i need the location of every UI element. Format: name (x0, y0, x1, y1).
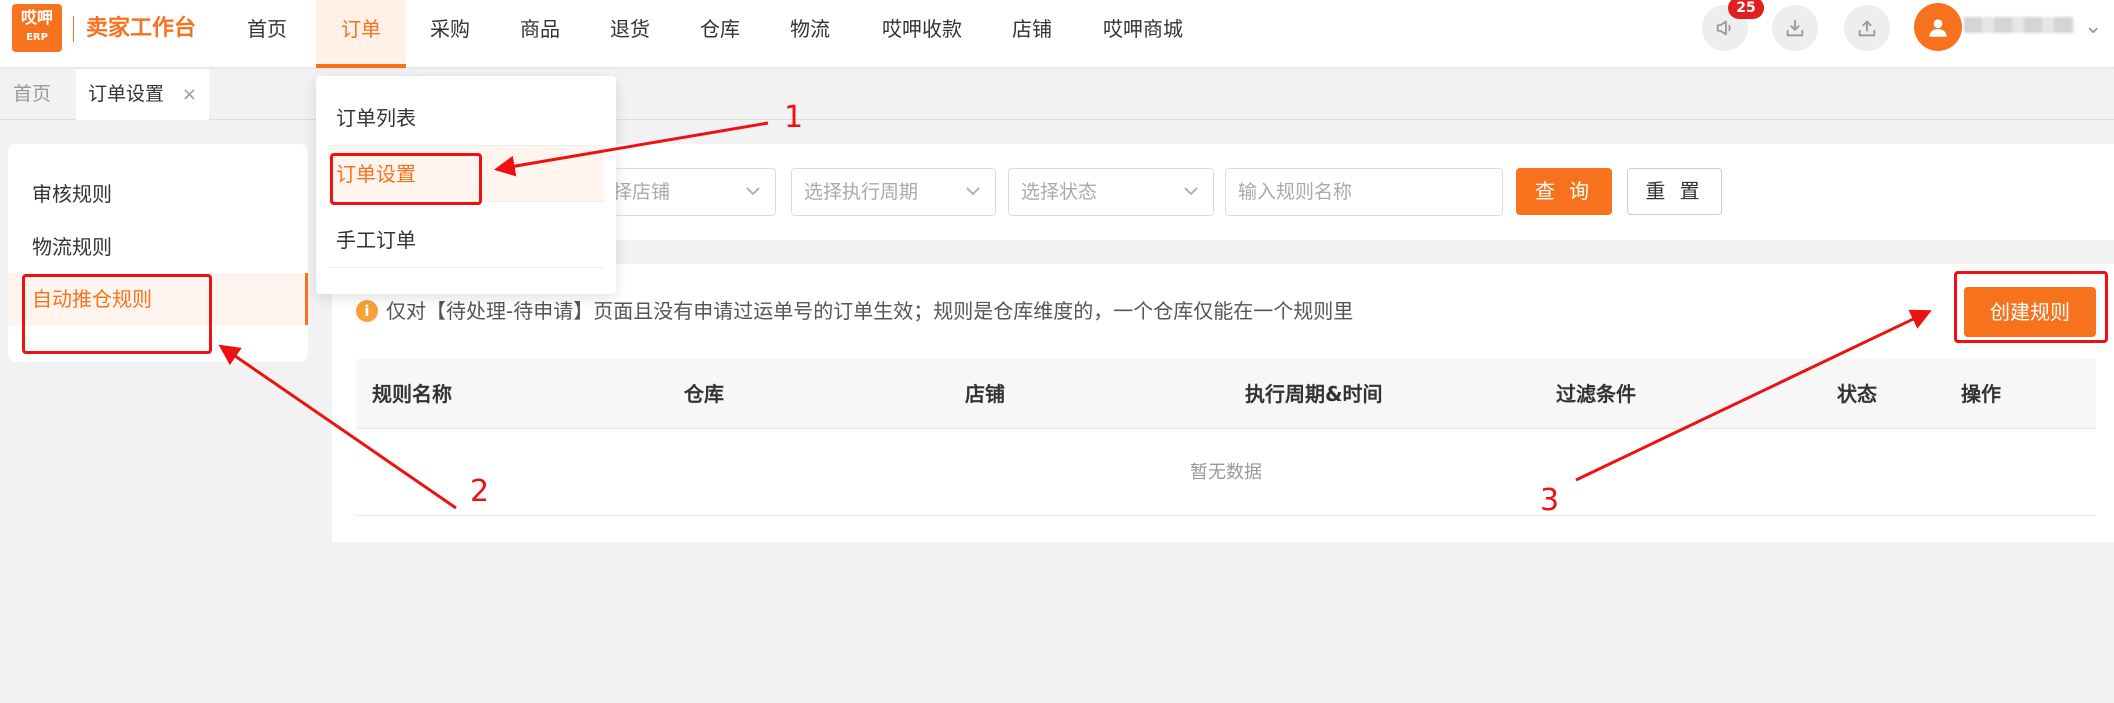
tab-label: 订单设置 (88, 83, 165, 105)
annotation-label-1: 1 (784, 100, 804, 135)
column-actions: 操作 (1961, 382, 2001, 406)
notice-line: i 仅对【待处理-待申请】页面且没有申请过运单号的订单生效；规则是仓库维度的，一… (356, 296, 1353, 326)
annotation-box-create-rule (1954, 271, 2108, 343)
table-header: 规则名称 仓库 店铺 执行周期&时间 过滤条件 状态 操作 (356, 359, 2096, 429)
annotation-label-2: 2 (470, 474, 490, 509)
notification-badge: 25 (1728, 0, 1764, 19)
column-filter: 过滤条件 (1556, 382, 1636, 406)
nav-orders[interactable]: 订单 (316, 0, 406, 68)
download-icon (1786, 19, 1804, 37)
status-select[interactable]: 选择状态 (1008, 168, 1214, 216)
nav-logistics[interactable]: 物流 (780, 0, 840, 68)
period-select-placeholder: 选择执行周期 (804, 181, 919, 203)
reset-button[interactable]: 重 置 (1627, 168, 1722, 215)
brand-title: 卖家工作台 (86, 16, 197, 41)
query-button[interactable]: 查 询 (1516, 168, 1612, 215)
chevron-down-icon (745, 169, 761, 232)
shop-select[interactable]: 择店铺 (600, 168, 776, 216)
nav-returns[interactable]: 退货 (600, 0, 660, 68)
upload-icon (1858, 20, 1876, 37)
chevron-down-icon[interactable]: ⌄ (2084, 14, 2102, 39)
column-schedule: 执行周期&时间 (1245, 382, 1383, 406)
notice-text: 仅对【待处理-待申请】页面且没有申请过运单号的订单生效；规则是仓库维度的，一个仓… (386, 299, 1354, 323)
nav-payments[interactable]: 哎呷收款 (872, 0, 972, 68)
user-avatar-icon (1929, 19, 1947, 37)
menu-item-order-list[interactable]: 订单列表 (328, 90, 604, 146)
column-rule-name: 规则名称 (372, 382, 452, 406)
nav-purchase[interactable]: 采购 (420, 0, 480, 68)
column-warehouse: 仓库 (684, 382, 724, 406)
rule-name-input[interactable]: 输入规则名称 (1225, 168, 1503, 216)
empty-state: 暂无数据 (356, 430, 2096, 516)
rule-name-placeholder: 输入规则名称 (1238, 181, 1353, 203)
download-button[interactable] (1772, 5, 1818, 51)
annotation-box-order-settings (330, 153, 482, 205)
nav-shops[interactable]: 店铺 (1002, 0, 1062, 68)
tab-order-settings[interactable]: 订单设置 × (76, 69, 209, 120)
logo-text: 哎呷 (20, 8, 53, 27)
column-status: 状态 (1837, 382, 1877, 406)
tab-home[interactable]: 首页 (0, 69, 64, 120)
info-icon: i (356, 300, 378, 322)
annotation-box-auto-push-rules (22, 274, 212, 354)
logo-subtext: ERP (26, 32, 48, 43)
top-navigation-bar: 哎呷 ERP 卖家工作台 首页 订单 采购 商品 退货 仓库 物流 哎呷收款 店… (0, 0, 2114, 68)
close-icon[interactable]: × (182, 69, 197, 120)
sidebar-item-audit-rules[interactable]: 审核规则 (8, 168, 308, 220)
upload-button[interactable] (1844, 5, 1890, 51)
column-shop: 店铺 (965, 382, 1005, 406)
nav-products[interactable]: 商品 (510, 0, 570, 68)
megaphone-icon (1716, 20, 1731, 36)
chevron-down-icon (965, 169, 981, 232)
period-select[interactable]: 选择执行周期 (791, 168, 996, 216)
status-select-placeholder: 选择状态 (1021, 181, 1098, 203)
nav-mall[interactable]: 哎呷商城 (1092, 0, 1194, 68)
shop-select-placeholder: 择店铺 (613, 181, 671, 203)
erp-logo[interactable]: 哎呷 ERP (12, 4, 62, 52)
user-avatar[interactable] (1914, 3, 1962, 51)
sidebar-item-logistics-rules[interactable]: 物流规则 (8, 221, 308, 273)
logo-divider (73, 16, 74, 42)
username-redacted (1964, 17, 2074, 33)
annotation-label-3: 3 (1540, 483, 1560, 518)
nav-warehouse[interactable]: 仓库 (690, 0, 750, 68)
chevron-down-icon (1183, 169, 1199, 232)
menu-item-manual-order[interactable]: 手工订单 (328, 212, 604, 268)
nav-home[interactable]: 首页 (234, 0, 300, 68)
